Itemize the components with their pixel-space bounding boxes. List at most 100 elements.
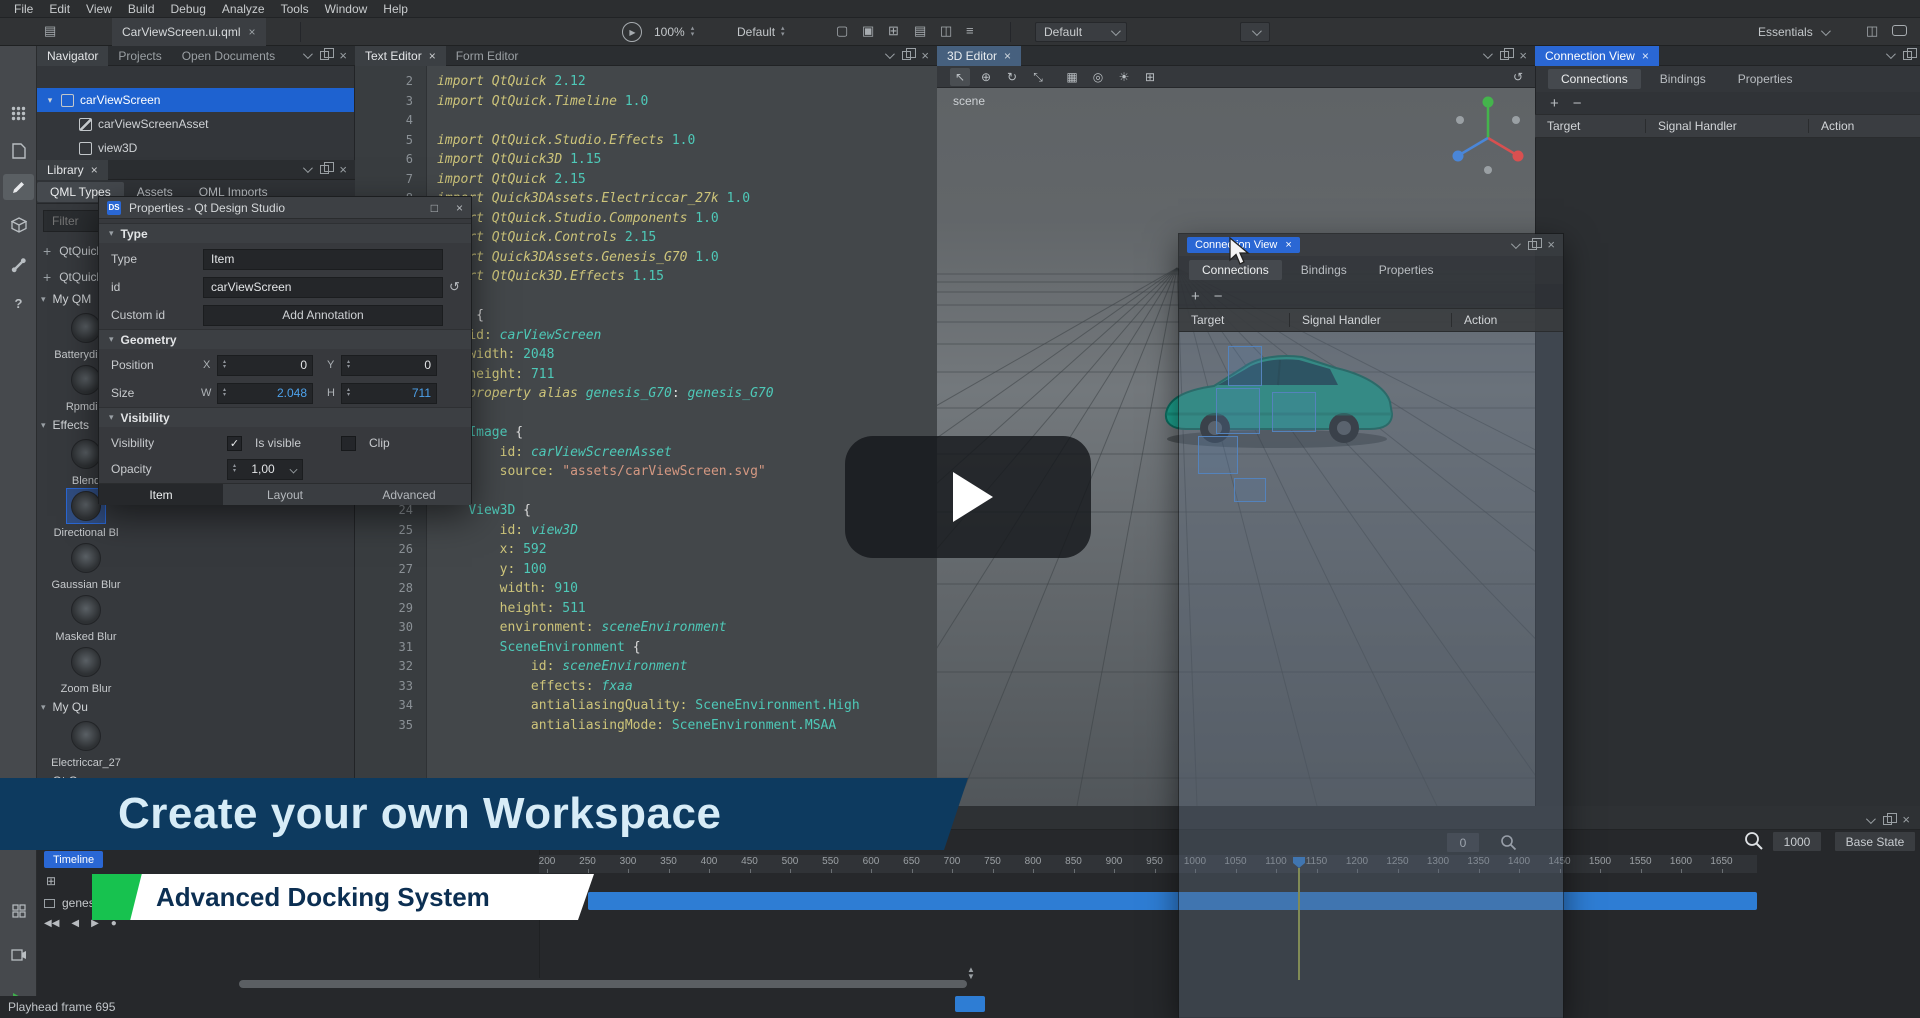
scene-node-label[interactable]: scene <box>953 94 985 108</box>
width-spinbox[interactable]: ▴▾ 2.048 <box>217 383 313 404</box>
is-visible-checkbox[interactable]: ✓ <box>227 436 242 451</box>
menu-build[interactable]: Build <box>120 0 163 18</box>
connection-table-body[interactable] <box>1535 138 1920 806</box>
tree-item-carviewscreenasset[interactable]: carViewScreenAsset <box>37 112 354 136</box>
zoom-control[interactable]: 100% ▴▾ <box>654 22 694 42</box>
close-icon[interactable]: × <box>1902 815 1910 825</box>
library-section-my-qu[interactable]: ▾My Qu <box>41 696 341 718</box>
scale-tool-icon[interactable]: ⤡ <box>1028 68 1048 86</box>
bounds-toggle-icon[interactable]: ▢ <box>836 23 848 39</box>
tab-form-editor[interactable]: Form Editor <box>446 46 529 66</box>
tab-item[interactable]: Item <box>99 484 223 505</box>
undock-icon[interactable] <box>1500 51 1509 60</box>
undock-icon[interactable] <box>320 51 329 60</box>
tab-text-editor[interactable]: Text Editor × <box>355 46 446 66</box>
wireframe-toggle-icon[interactable]: ▣ <box>862 23 874 39</box>
timeline-track[interactable]: genes <box>44 896 95 910</box>
library-item-gaussian-blur[interactable]: Gaussian Blur <box>41 540 131 592</box>
undock-icon[interactable] <box>1903 51 1912 60</box>
document-tab[interactable]: CarViewScreen.ui.qml × <box>112 18 266 46</box>
video-play-button[interactable] <box>845 436 1091 558</box>
menu-edit[interactable]: Edit <box>41 0 78 18</box>
close-icon[interactable]: × <box>339 165 347 175</box>
add-annotation-button[interactable]: Add Annotation <box>203 305 443 326</box>
move-tool-icon[interactable]: ⊕ <box>976 68 996 86</box>
stepper-icon[interactable]: ▴▾ <box>691 26 695 38</box>
edit-pencil-icon[interactable] <box>3 174 34 200</box>
tab-3d-editor[interactable]: 3D Editor × <box>937 46 1021 66</box>
components-icon[interactable] <box>0 212 37 238</box>
x-spinbox[interactable]: ▴▾ 0 <box>217 355 313 376</box>
keyframes-grid-icon[interactable] <box>0 898 37 924</box>
close-icon[interactable]: × <box>249 25 256 39</box>
tab-advanced[interactable]: Advanced <box>347 484 471 505</box>
tab-navigator[interactable]: Navigator <box>37 46 108 66</box>
apps-grid-icon[interactable] <box>0 100 37 126</box>
height-spinbox[interactable]: ▴▾ 711 <box>341 383 437 404</box>
close-icon[interactable]: × <box>1004 49 1011 63</box>
add-connection-button[interactable]: + <box>1191 289 1200 304</box>
type-field[interactable]: Item <box>203 249 443 270</box>
document-icon[interactable] <box>0 138 37 164</box>
undock-icon[interactable] <box>1528 241 1537 250</box>
collapse-handle[interactable]: ▲▼ <box>956 966 986 980</box>
chevron-down-icon[interactable] <box>1483 49 1493 59</box>
menu-tools[interactable]: Tools <box>273 0 317 18</box>
opacity-spinbox[interactable]: ▴▾ 1,00 <box>227 459 303 480</box>
lines-view-icon[interactable]: ≡ <box>966 23 974 38</box>
tab-bindings[interactable]: Bindings <box>1647 69 1719 89</box>
layout-panels-icon[interactable]: ◫ <box>1866 23 1878 39</box>
to-start-icon[interactable]: ◀◀ <box>44 918 59 929</box>
run-preview-icon[interactable]: ▶ <box>622 22 642 42</box>
undock-icon[interactable] <box>1883 816 1892 825</box>
chevron-down-icon[interactable] <box>1511 239 1521 249</box>
remove-connection-button[interactable]: − <box>1573 96 1582 111</box>
menu-help[interactable]: Help <box>375 0 416 18</box>
extra-combo[interactable] <box>1240 22 1270 42</box>
close-icon[interactable]: × <box>1285 239 1291 251</box>
menu-view[interactable]: View <box>78 0 120 18</box>
y-spinbox[interactable]: ▴▾ 0 <box>341 355 437 376</box>
tab-open-documents[interactable]: Open Documents <box>172 46 285 66</box>
timeline-ruler[interactable]: 2002503003504004505005506006507007508008… <box>539 855 1757 874</box>
grid-toggle-icon[interactable]: ▦ <box>1062 68 1082 86</box>
floating-connection-view[interactable]: Connection View × × ConnectionsBindingsP… <box>1178 233 1564 1018</box>
stepper-icon[interactable]: ▴▾ <box>781 26 785 38</box>
menu-debug[interactable]: Debug <box>163 0 214 18</box>
chevron-down-icon[interactable] <box>885 49 895 59</box>
rows-view-icon[interactable]: ▤ <box>914 23 926 39</box>
connection-table-body[interactable] <box>1179 332 1563 1018</box>
clip-checkbox[interactable] <box>341 436 356 451</box>
snap-grid-icon[interactable]: ⊞ <box>888 23 899 39</box>
id-input[interactable] <box>203 277 443 298</box>
tab-properties[interactable]: Properties <box>1366 260 1447 280</box>
properties-dialog[interactable]: DS Properties - Qt Design Studio □ × ▾ T… <box>98 196 472 504</box>
help-icon[interactable]: ? <box>0 290 37 316</box>
section-type[interactable]: ▾ Type <box>99 223 471 243</box>
end-frame-value[interactable]: 1000 <box>1772 831 1822 852</box>
close-icon[interactable]: × <box>429 49 436 63</box>
library-item-masked-blur[interactable]: Masked Blur <box>41 592 131 644</box>
dialog-titlebar[interactable]: DS Properties - Qt Design Studio □ × <box>99 197 471 219</box>
base-state-button[interactable]: Base State <box>1834 831 1916 852</box>
select-tool-icon[interactable]: ↖ <box>950 68 970 86</box>
timeline-section-bar[interactable] <box>588 892 1757 910</box>
add-keyframe-icon[interactable]: ⊞ <box>46 874 56 888</box>
tab-library[interactable]: Library × <box>37 160 108 180</box>
section-geometry[interactable]: ▾ Geometry <box>99 329 471 349</box>
menu-window[interactable]: Window <box>317 0 376 18</box>
rotate-tool-icon[interactable]: ↻ <box>1002 68 1022 86</box>
tab-connection-view[interactable]: Connection View × <box>1535 46 1659 66</box>
reset-view-icon[interactable]: ↺ <box>1508 68 1528 86</box>
tab-layout[interactable]: Layout <box>223 484 347 505</box>
code-content[interactable]: import QtQuick 2.12import QtQuick.Timeli… <box>437 72 937 735</box>
undock-icon[interactable] <box>902 51 911 60</box>
reset-icon[interactable]: ↺ <box>449 279 460 295</box>
add-connection-button[interactable]: + <box>1550 96 1559 111</box>
undock-icon[interactable] <box>320 165 329 174</box>
tree-item-carviewscreen[interactable]: ▾carViewScreen <box>37 88 354 112</box>
close-icon[interactable]: × <box>1547 240 1555 250</box>
chevron-down-icon[interactable] <box>1866 814 1876 824</box>
chevron-down-icon[interactable] <box>303 163 313 173</box>
timeline-selected-block[interactable] <box>955 996 985 1012</box>
